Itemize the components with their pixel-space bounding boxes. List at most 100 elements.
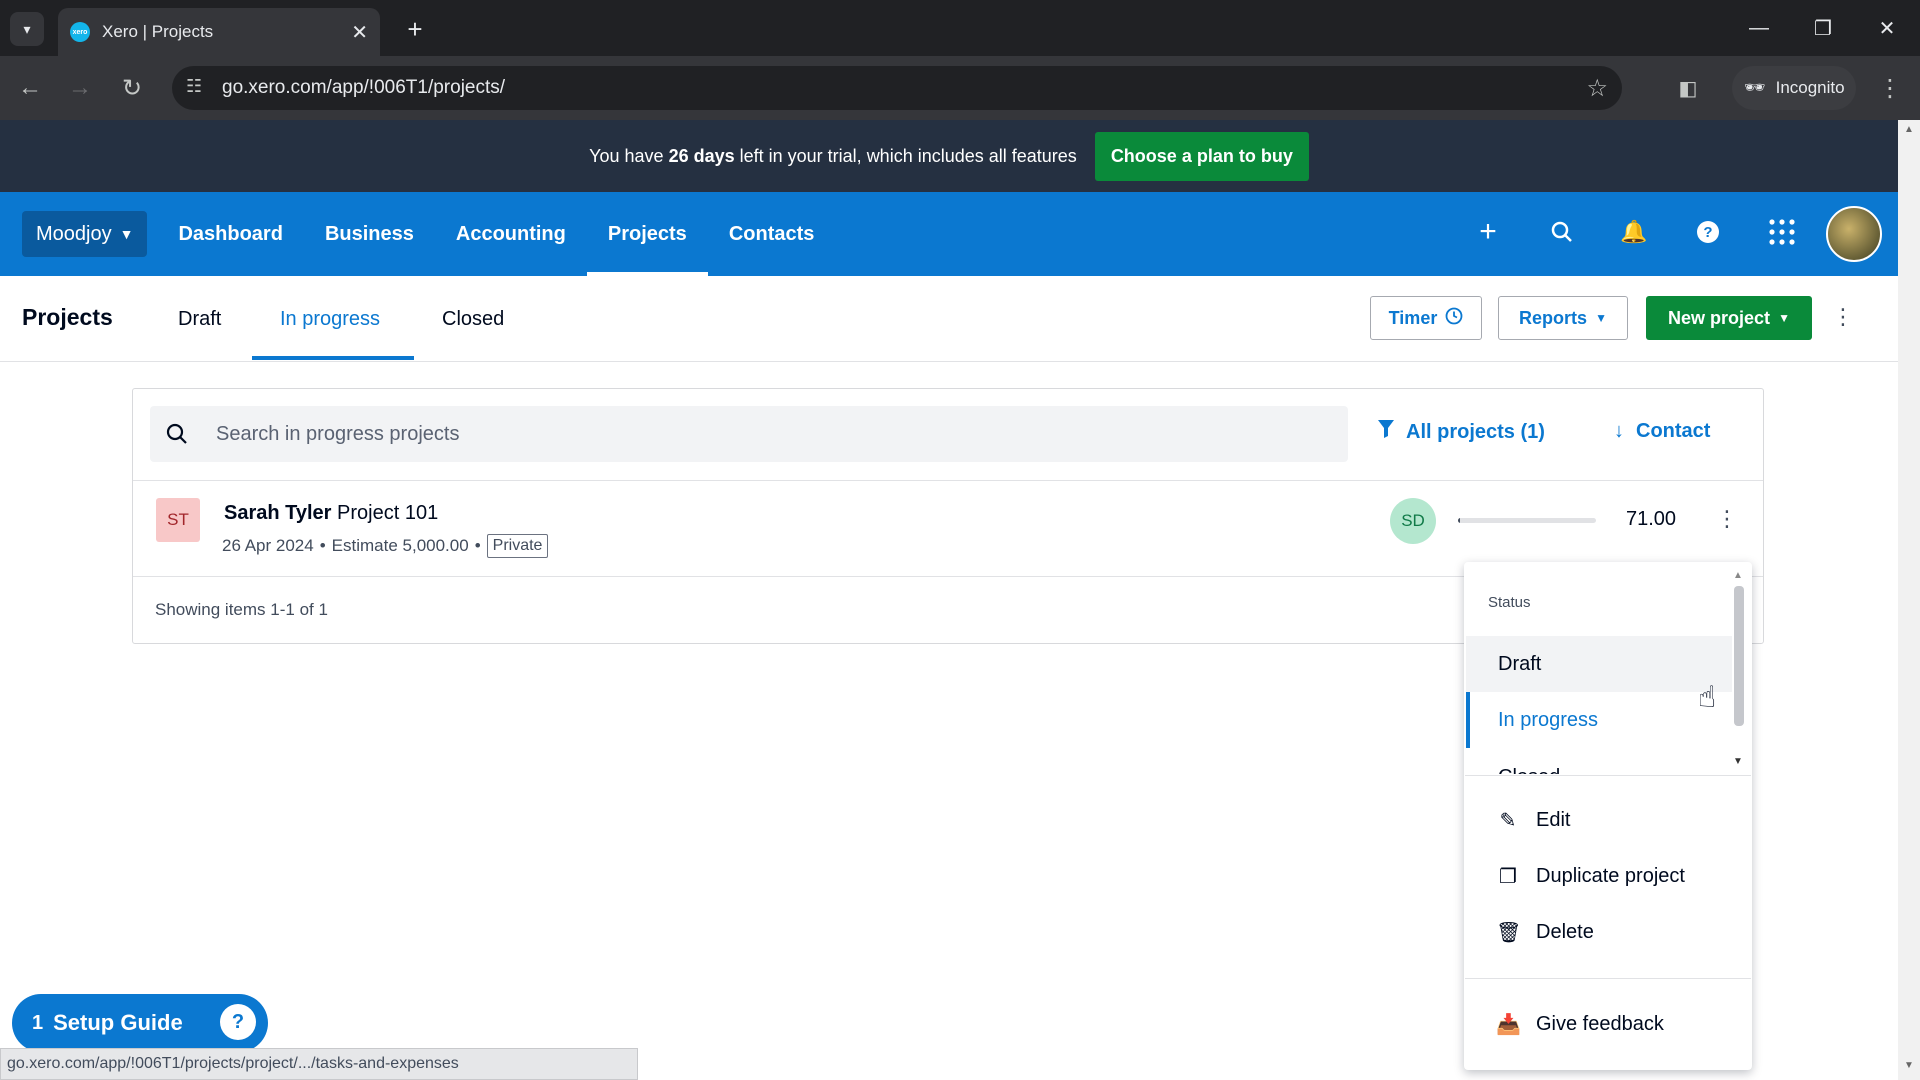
help-icon[interactable]: ?	[1686, 210, 1730, 254]
assignee-avatar: SD	[1390, 498, 1436, 544]
divider	[1465, 775, 1751, 776]
page-title: Projects	[22, 304, 113, 330]
tab-search-chevron-icon[interactable]: ▾	[10, 12, 44, 46]
tab-in-progress[interactable]: In progress	[280, 308, 380, 331]
incognito-icon: 🕶	[1744, 78, 1766, 97]
filter-button[interactable]: All projects (1)	[1378, 420, 1545, 444]
filter-label: All projects (1)	[1406, 420, 1545, 443]
duplicate-project-menu-item[interactable]: ❐ Duplicate project	[1496, 856, 1685, 896]
reports-label: Reports	[1519, 307, 1588, 328]
trial-days: 26 days	[668, 145, 735, 166]
sort-label: Contact	[1636, 420, 1711, 442]
trial-message: You have 26 days left in your trial, whi…	[589, 145, 1077, 166]
sort-button[interactable]: ↓ Contact	[1614, 420, 1710, 443]
trash-icon: 🗑	[1496, 921, 1522, 944]
browser-tab[interactable]: xero Xero | Projects ✕	[58, 8, 380, 56]
add-icon[interactable]: +	[1466, 210, 1510, 254]
minimize-window-icon[interactable]: —	[1734, 8, 1784, 48]
close-window-icon[interactable]: ✕	[1862, 8, 1912, 48]
nav-contacts[interactable]: Contacts	[708, 192, 836, 276]
nav-business[interactable]: Business	[304, 192, 435, 276]
search-icon[interactable]	[1540, 210, 1584, 254]
scroll-up-arrow-icon[interactable]: ▲	[1904, 124, 1914, 135]
delete-menu-item[interactable]: 🗑 Delete	[1496, 912, 1594, 952]
back-arrow-icon[interactable]: ←	[10, 68, 50, 108]
contact-avatar: ST	[156, 498, 200, 542]
scrollbar-thumb[interactable]	[1734, 586, 1744, 726]
incognito-indicator[interactable]: 🕶 Incognito	[1732, 66, 1856, 110]
browser-menu-icon[interactable]: ⋮	[1870, 68, 1910, 108]
status-option-draft[interactable]: Draft	[1466, 636, 1732, 692]
scroll-down-arrow-icon[interactable]: ▼	[1733, 756, 1743, 767]
clock-icon	[1445, 307, 1463, 330]
edit-menu-item[interactable]: ✎ Edit	[1496, 800, 1571, 840]
new-project-label: New project	[1668, 307, 1771, 328]
status-option-in-progress[interactable]: In progress	[1466, 692, 1732, 748]
caret-down-icon: ▼	[1595, 311, 1607, 325]
status-section-label: Status	[1488, 594, 1531, 611]
browser-tab-title: Xero | Projects	[102, 22, 214, 41]
progress-fill	[1458, 518, 1460, 523]
new-project-button[interactable]: New project ▼	[1646, 296, 1812, 340]
scroll-down-arrow-icon[interactable]: ▼	[1904, 1060, 1914, 1071]
setup-guide-label: Setup Guide	[53, 1010, 183, 1035]
address-url: go.xero.com/app/!006T1/projects/	[222, 77, 506, 98]
project-estimate: Estimate 5,000.00	[331, 536, 469, 555]
copy-icon: ❐	[1499, 865, 1517, 888]
caret-down-icon: ▼	[119, 226, 134, 242]
hand-cursor-icon: ☝	[1698, 681, 1717, 714]
user-avatar[interactable]	[1826, 206, 1882, 262]
project-contact: Sarah Tyler	[224, 502, 332, 524]
reports-button[interactable]: Reports ▼	[1498, 296, 1628, 340]
tab-closed[interactable]: Closed	[442, 308, 504, 331]
caret-down-icon: ▼	[1778, 311, 1790, 325]
project-amount: 71.00	[1626, 508, 1677, 530]
tab-draft[interactable]: Draft	[178, 308, 221, 331]
status-list-scrollbar[interactable]: ▲ ▼	[1732, 570, 1746, 770]
help-chat-icon[interactable]: ?	[220, 1004, 256, 1040]
nav-dashboard[interactable]: Dashboard	[157, 192, 303, 276]
browser-status-url: go.xero.com/app/!006T1/projects/project/…	[0, 1048, 638, 1080]
organisation-switcher[interactable]: Moodjoy ▼	[22, 211, 148, 257]
project-title-link[interactable]: Sarah Tyler Project 101	[224, 502, 438, 525]
scroll-up-arrow-icon[interactable]: ▲	[1733, 570, 1743, 581]
nav-accounting[interactable]: Accounting	[435, 192, 587, 276]
delete-label: Delete	[1536, 920, 1594, 943]
side-panel-icon[interactable]: ◧	[1668, 68, 1708, 108]
divider	[133, 480, 1763, 481]
close-tab-icon[interactable]: ✕	[351, 20, 368, 45]
nav-projects[interactable]: Projects	[586, 192, 708, 276]
svg-text:?: ?	[1703, 224, 1712, 241]
restore-window-icon[interactable]: ❐	[1798, 8, 1848, 48]
bookmark-star-icon[interactable]: ☆	[1586, 74, 1608, 103]
divider	[1465, 978, 1751, 979]
search-input[interactable]	[216, 422, 1348, 446]
setup-guide-count: 1	[32, 1011, 44, 1034]
give-feedback-menu-item[interactable]: 📥 Give feedback	[1496, 1004, 1664, 1044]
more-options-icon[interactable]: ⋮	[1832, 304, 1854, 330]
duplicate-label: Duplicate project	[1536, 864, 1685, 887]
page-scrollbar[interactable]: ▲ ▼	[1898, 120, 1920, 1080]
search-icon	[150, 423, 204, 445]
status-option-closed[interactable]: Closed	[1466, 748, 1732, 774]
trial-banner: You have 26 days left in your trial, whi…	[0, 120, 1898, 192]
setup-guide-button[interactable]: 1 Setup Guide ?	[12, 994, 268, 1052]
notifications-bell-icon[interactable]: 🔔	[1612, 210, 1656, 254]
inbox-icon: 📥	[1496, 1013, 1521, 1036]
site-info-icon[interactable]: ☷	[186, 76, 202, 97]
pagination-summary: Showing items 1-1 of 1	[155, 600, 328, 619]
active-tab-indicator	[252, 356, 414, 360]
choose-plan-button[interactable]: Choose a plan to buy	[1094, 131, 1309, 181]
incognito-label: Incognito	[1775, 78, 1845, 97]
app-launcher-grid-icon[interactable]	[1760, 210, 1804, 254]
reload-icon[interactable]: ↻	[112, 68, 152, 108]
organisation-name: Moodjoy	[36, 222, 112, 245]
search-box[interactable]	[150, 406, 1348, 462]
timer-button[interactable]: Timer	[1370, 296, 1482, 340]
forward-arrow-icon[interactable]: →	[60, 68, 100, 108]
address-bar[interactable]: ☷ go.xero.com/app/!006T1/projects/ ☆	[172, 66, 1622, 110]
row-options-icon[interactable]: ⋮	[1716, 506, 1738, 532]
private-tag: Private	[486, 534, 549, 558]
project-name: Project 101	[337, 502, 439, 524]
new-tab-icon[interactable]: +	[398, 12, 432, 46]
